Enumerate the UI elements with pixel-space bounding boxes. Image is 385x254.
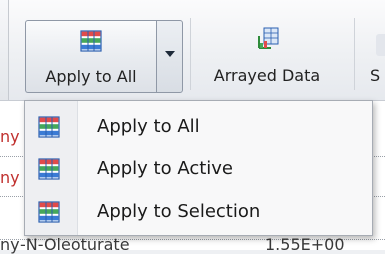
- arrayed-data-label: Arrayed Data: [213, 66, 321, 85]
- sheet-cell-fragment: ny: [0, 168, 20, 187]
- apply-to-all-label: Apply to All: [45, 67, 137, 86]
- stack-table-icon: [80, 30, 102, 52]
- menu-item-apply-to-selection[interactable]: Apply to Selection: [27, 192, 370, 232]
- arrayed-data-button[interactable]: Arrayed Data: [196, 20, 338, 93]
- stack-table-icon: [38, 201, 60, 223]
- sheet-cell-fragment: -N-Oleoturate: [20, 235, 130, 254]
- menu-item-apply-to-active[interactable]: Apply to Active: [27, 149, 370, 189]
- menu-item-label: Apply to All: [97, 116, 200, 137]
- arrayed-data-icon: [258, 27, 279, 49]
- ribbon-separator: [190, 18, 191, 90]
- ribbon-separator: [354, 18, 355, 90]
- sheet-cell-fragment: 1.55E+00: [265, 235, 345, 254]
- clipped-button-label: S: [370, 66, 381, 85]
- ribbon-left-edge: [0, 0, 9, 100]
- clipped-ribbon-button[interactable]: S: [362, 20, 385, 93]
- sheet-cell-fragment: ny: [0, 127, 20, 146]
- ribbon-toolbar: Apply to All Arrayed Data S: [0, 0, 385, 101]
- menu-item-label: Apply to Active: [97, 158, 234, 179]
- apply-dropdown-menu: Apply to All Apply to Active Apply to Se…: [24, 100, 373, 236]
- sheet-cell-fragment: ny: [0, 235, 20, 254]
- menu-item-apply-to-all[interactable]: Apply to All: [27, 107, 370, 147]
- stack-table-icon: [38, 158, 60, 180]
- apply-split-button[interactable]: Apply to All: [25, 20, 183, 95]
- apply-dropdown-toggle[interactable]: [156, 20, 183, 93]
- apply-to-all-button[interactable]: Apply to All: [25, 20, 156, 93]
- clipped-button-icon: [376, 34, 385, 56]
- menu-item-label: Apply to Selection: [97, 201, 261, 222]
- stack-table-icon: [38, 116, 60, 138]
- chevron-down-icon: [165, 51, 175, 57]
